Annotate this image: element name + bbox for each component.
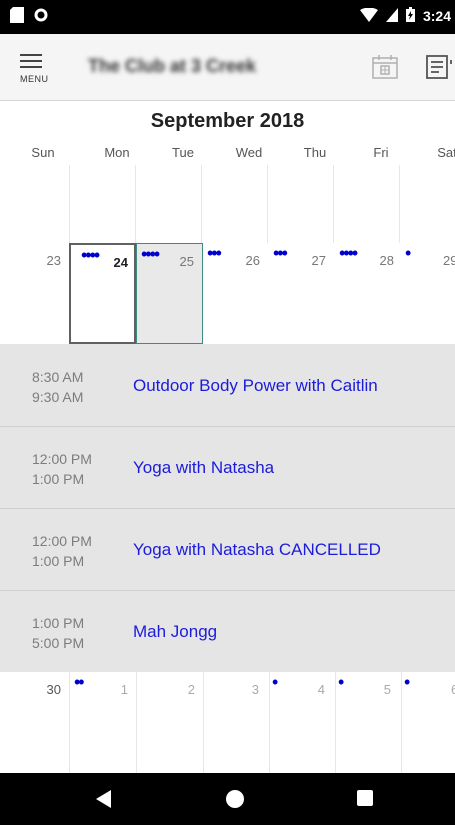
day-number: 29 [443,253,455,268]
event-end-time: 5:00 PM [32,635,85,651]
event-dots: •••• [81,245,100,265]
weekday-label: Mon [104,145,130,160]
event-time: 1:00 PM 5:00 PM [32,613,84,653]
day-number: 27 [311,253,326,268]
day-cell[interactable]: 2 [136,672,203,773]
day-number: 28 [379,253,394,268]
week-row: 30 •• 1 2 3 • 4 • 5 • 6 [0,672,455,773]
event-title[interactable]: Outdoor Body Power with Caitlin [133,376,378,396]
event-dots: •••• [141,244,160,264]
status-right: 3:24 [359,7,451,25]
navigation-bar [0,773,455,825]
club-name: The Club at 3 Creek [88,56,257,76]
event-dots: • [405,243,411,263]
day-number: 3 [251,682,259,697]
event-dots: • [404,672,410,692]
event-item[interactable]: 12:00 PM 1:00 PM Yoga with Natasha [0,426,455,509]
list-view-icon[interactable] [425,54,453,85]
column-divider [399,165,455,243]
day-number: 25 [179,254,194,269]
back-icon[interactable] [95,790,113,813]
event-title[interactable]: Mah Jongg [133,622,217,642]
battery-icon [405,7,415,25]
day-number: 24 [113,255,128,270]
day-cell-today[interactable]: •••• 25 [136,243,203,344]
day-cell[interactable]: • 6 [401,672,455,773]
day-cell[interactable]: • 29 [401,243,455,344]
menu-button[interactable]: MENU [14,50,52,88]
weekday-label: Thu [303,145,327,160]
app-bar: MENU The Club at 3 Creek [0,34,455,101]
circle-icon [34,8,48,27]
day-cell[interactable]: 3 [203,672,269,773]
status-bar: 3:24 [0,0,455,34]
event-dots: • [338,672,344,692]
day-cell-selected[interactable]: •••• 24 [69,243,136,344]
status-time: 3:24 [422,8,451,24]
menu-icon-line [20,60,42,62]
event-start-time: 8:30 AM [32,369,84,385]
weekday-header: Sun Mon Tue Wed Thu Fri Sat [0,145,455,165]
home-icon[interactable] [226,790,244,813]
column-divider [69,165,136,243]
day-cell[interactable]: •••• 28 [335,243,401,344]
weekday-label: Tue [172,145,194,160]
weekday-label: Wed [235,145,263,160]
day-cell[interactable]: • 5 [335,672,401,773]
day-number: 6 [451,682,455,697]
menu-icon-line [20,54,42,56]
event-dots: ••• [273,243,288,263]
wifi-icon [359,7,378,25]
event-item[interactable]: 8:30 AM 9:30 AM Outdoor Body Power with … [0,344,455,427]
weekday-label: Sat [437,145,455,160]
event-start-time: 1:00 PM [32,615,85,631]
event-end-time: 9:30 AM [32,389,84,405]
column-divider [267,165,334,243]
event-item[interactable]: 12:00 PM 1:00 PM Yoga with Natasha CANCE… [0,508,455,591]
day-number: 26 [245,253,260,268]
day-number: 5 [383,682,391,697]
day-number: 1 [120,682,128,697]
event-time: 12:00 PM 1:00 PM [32,531,92,571]
weekday-label: Fri [373,145,389,160]
day-cell[interactable]: • 4 [269,672,335,773]
week-row: 23 •••• 24 •••• 25 ••• 26 ••• 27 •••• 28… [0,243,455,344]
weekday-label: Sun [31,145,55,160]
calendar-view-icon[interactable] [371,54,399,85]
day-cell[interactable]: 30 [0,672,69,773]
event-title[interactable]: Yoga with Natasha CANCELLED [133,540,381,560]
event-start-time: 12:00 PM [32,451,92,467]
event-time: 8:30 AM 9:30 AM [32,367,83,407]
day-number: 23 [46,253,61,268]
event-dots: • [272,672,278,692]
menu-label: MENU [20,74,49,84]
column-divider [333,165,400,243]
events-list: 8:30 AM 9:30 AM Outdoor Body Power with … [0,344,455,672]
day-number: 2 [187,682,195,697]
menu-icon-line [20,66,42,68]
event-end-time: 1:00 PM [32,471,85,487]
event-title[interactable]: Yoga with Natasha [133,458,274,478]
event-dots: •• [74,672,85,692]
day-number: 4 [317,682,325,697]
recents-icon[interactable] [357,790,373,811]
event-start-time: 12:00 PM [32,533,92,549]
event-time: 12:00 PM 1:00 PM [32,449,92,489]
month-title: September 2018 [150,110,305,132]
column-divider [135,165,202,243]
event-dots: ••• [207,243,222,263]
day-cell[interactable]: ••• 26 [203,243,269,344]
status-left [10,7,48,28]
sd-card-icon [10,7,24,28]
day-cell[interactable]: ••• 27 [269,243,335,344]
column-divider [201,165,268,243]
day-cell[interactable]: 23 [0,243,69,344]
signal-icon [385,7,398,25]
event-item[interactable]: 1:00 PM 5:00 PM Mah Jongg [0,590,455,672]
event-end-time: 1:00 PM [32,553,85,569]
day-cell[interactable]: •• 1 [69,672,136,773]
day-number: 30 [46,682,61,697]
app-screen: 3:24 MENU The Club at 3 Creek September … [0,0,455,825]
event-dots: •••• [339,243,358,263]
